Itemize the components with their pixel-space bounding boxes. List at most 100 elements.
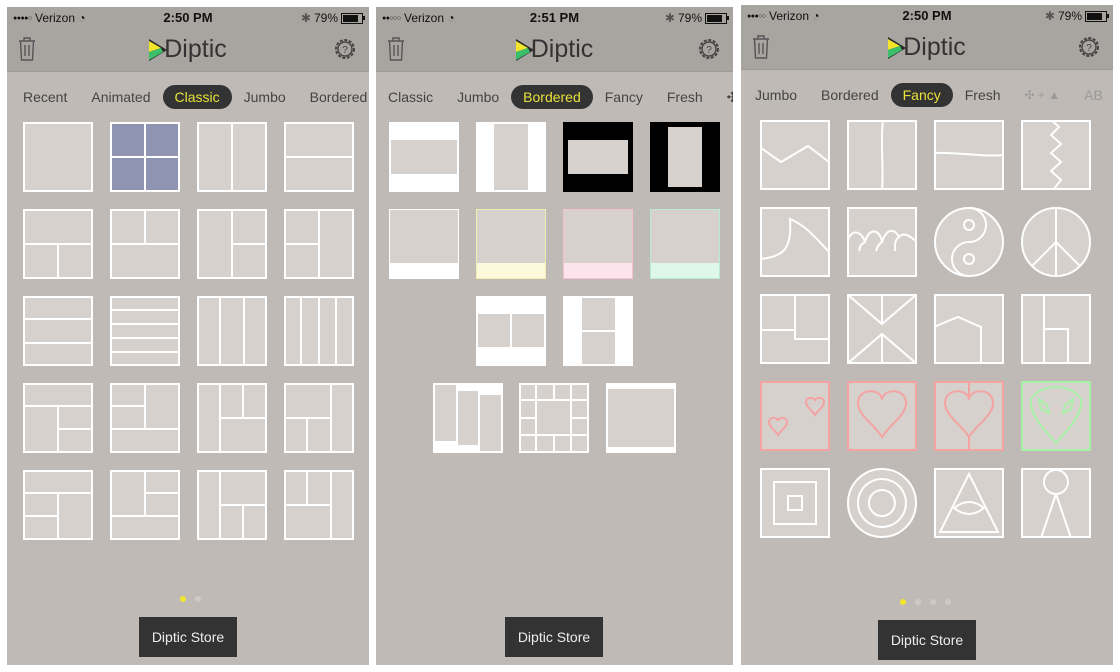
help-gear-icon[interactable]: ? (333, 37, 357, 66)
layout-classic-10[interactable] (110, 296, 180, 366)
page-dot[interactable] (195, 596, 201, 602)
tab-3[interactable]: Jumbo (232, 85, 298, 109)
battery-percent: 79% (1057, 9, 1082, 23)
layout-classic-1[interactable] (23, 122, 93, 192)
layout-classic-15[interactable] (197, 383, 267, 453)
help-gear-icon[interactable]: ? (697, 37, 721, 66)
layout-classic-12[interactable] (284, 296, 354, 366)
tab-0[interactable]: Jumbo (743, 83, 809, 107)
tab-1[interactable]: Animated (79, 85, 162, 109)
bluetooth-icon: ✱ (300, 11, 311, 25)
layout-classic-3[interactable] (197, 122, 267, 192)
layout-classic-4[interactable] (284, 122, 354, 192)
page-indicator (180, 596, 201, 602)
app-logo: Diptic (7, 35, 369, 64)
layout-fancy-14[interactable] (847, 381, 917, 451)
tab-1[interactable]: Bordered (809, 83, 891, 107)
layout-fancy-20[interactable] (1021, 468, 1091, 538)
phone-screen-2: ●●○○○ Verizon ◔ 2:51 PM ✱ 79% Diptic ? C… (376, 7, 733, 665)
battery-percent: 79% (677, 11, 702, 25)
layout-fancy-6[interactable] (847, 207, 917, 277)
help-gear-icon[interactable]: ? (1077, 35, 1101, 64)
layout-fancy-2[interactable] (847, 120, 917, 190)
diptic-store-button[interactable]: Diptic Store (878, 620, 976, 660)
layout-bordered-6[interactable] (476, 209, 546, 279)
tab-4[interactable]: Fresh (655, 85, 715, 109)
app-header: Diptic ? (741, 27, 1113, 70)
tab-0[interactable]: Classic (376, 85, 445, 109)
page-dot[interactable] (180, 596, 186, 602)
layout-bordered-5[interactable] (389, 209, 459, 279)
layout-bordered-1[interactable] (389, 122, 459, 192)
page-dot[interactable] (945, 599, 951, 605)
layout-fancy-15[interactable] (934, 381, 1004, 451)
svg-text:?: ? (1086, 43, 1092, 54)
layout-fancy-18[interactable] (847, 468, 917, 538)
layout-bordered-4[interactable] (650, 122, 720, 192)
layout-classic-17[interactable] (23, 470, 93, 540)
tab-3[interactable]: Fancy (593, 85, 655, 109)
layout-bordered-13[interactable] (606, 383, 676, 453)
tab-5[interactable]: AB (1072, 83, 1113, 107)
layout-fancy-13[interactable] (760, 381, 830, 451)
layout-classic-7[interactable] (197, 209, 267, 279)
app-logo: Diptic (741, 33, 1113, 62)
layout-classic-5[interactable] (23, 209, 93, 279)
page-indicator (900, 599, 951, 605)
layout-classic-18[interactable] (110, 470, 180, 540)
layout-fancy-10[interactable] (847, 294, 917, 364)
layout-bordered-11[interactable] (433, 383, 503, 453)
tab-1[interactable]: Jumbo (445, 85, 511, 109)
layout-fancy-3[interactable] (934, 120, 1004, 190)
layout-classic-9[interactable] (23, 296, 93, 366)
layout-fancy-16[interactable] (1021, 381, 1091, 451)
layout-bordered-10[interactable] (563, 296, 633, 366)
layout-bordered-9[interactable] (476, 296, 546, 366)
layout-classic-20[interactable] (284, 470, 354, 540)
tab-4[interactable]: Bordered (298, 85, 369, 109)
svg-text:?: ? (342, 45, 348, 56)
layout-classic-13[interactable] (23, 383, 93, 453)
tab-2[interactable]: Classic (162, 85, 232, 109)
layout-fancy-12[interactable] (1021, 294, 1091, 364)
battery-icon (341, 12, 365, 24)
layout-fancy-11[interactable] (934, 294, 1004, 364)
tab-4[interactable]: ✣ + ▲ (1013, 84, 1073, 106)
layout-fancy-1[interactable] (760, 120, 830, 190)
app-logo: Diptic (376, 35, 733, 64)
diptic-store-button[interactable]: Diptic Store (139, 617, 237, 657)
layout-classic-8[interactable] (284, 209, 354, 279)
page-dot[interactable] (915, 599, 921, 605)
layout-bordered-8[interactable] (650, 209, 720, 279)
page-dot[interactable] (900, 599, 906, 605)
layout-fancy-5[interactable] (760, 207, 830, 277)
tab-5[interactable]: ✣ (715, 85, 733, 110)
layout-bordered-2[interactable] (476, 122, 546, 192)
layout-fancy-7[interactable] (934, 207, 1004, 277)
tab-2[interactable]: Bordered (511, 85, 593, 109)
layout-classic-11[interactable] (197, 296, 267, 366)
tab-3[interactable]: Fresh (953, 83, 1013, 107)
layout-fancy-17[interactable] (760, 468, 830, 538)
layout-fancy-4[interactable] (1021, 120, 1091, 190)
layout-classic-14[interactable] (110, 383, 180, 453)
app-header: Diptic ? (7, 29, 369, 72)
layout-bordered-7[interactable] (563, 209, 633, 279)
app-header: Diptic ? (376, 29, 733, 72)
layout-classic-2[interactable] (110, 122, 180, 192)
layout-bordered-12[interactable] (519, 383, 589, 453)
layout-classic-16[interactable] (284, 383, 354, 453)
category-tabs: Classic Jumbo Bordered Fancy Fresh ✣ (376, 82, 733, 112)
layout-classic-6[interactable] (110, 209, 180, 279)
svg-text:?: ? (706, 45, 712, 56)
page-dot[interactable] (930, 599, 936, 605)
layout-fancy-8[interactable] (1021, 207, 1091, 277)
category-tabs: Recent Animated Classic Jumbo Bordered (7, 82, 369, 112)
layout-classic-19[interactable] (197, 470, 267, 540)
layout-fancy-19[interactable] (934, 468, 1004, 538)
layout-fancy-9[interactable] (760, 294, 830, 364)
tab-0[interactable]: Recent (11, 85, 79, 109)
layout-bordered-3[interactable] (563, 122, 633, 192)
tab-2[interactable]: Fancy (890, 83, 953, 107)
diptic-store-button[interactable]: Diptic Store (505, 617, 603, 657)
